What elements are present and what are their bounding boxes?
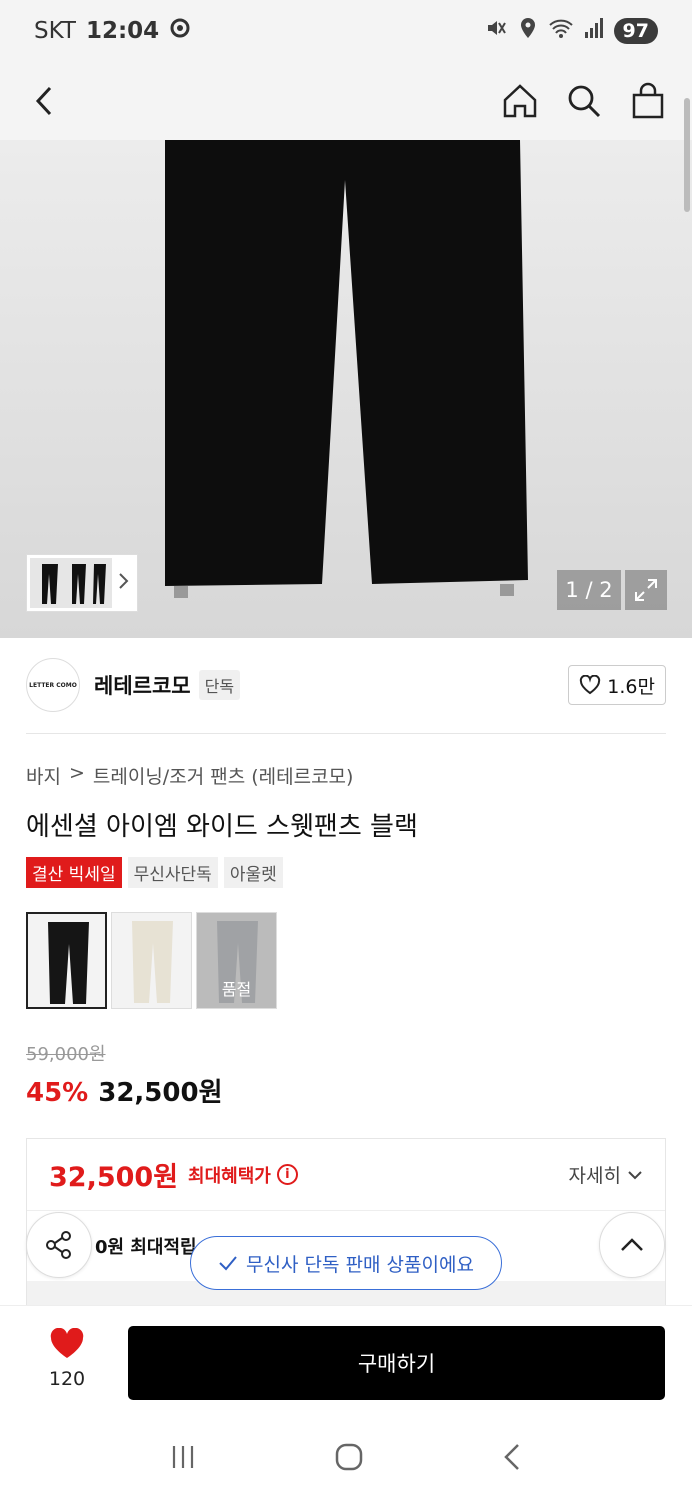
recent-apps-icon	[172, 1446, 193, 1468]
recent-apps-button[interactable]	[169, 1443, 197, 1475]
cart-button[interactable]	[628, 81, 668, 121]
status-bar: SKT 12:04 97	[0, 0, 692, 62]
benefit-detail-button[interactable]: 자세히	[569, 1161, 643, 1188]
chevron-down-icon	[628, 1170, 642, 1179]
sold-out-overlay: 품절	[197, 913, 276, 1008]
wifi-icon	[548, 17, 574, 45]
benefit-header: 32,500원 최대혜택가 i 자세히	[27, 1139, 665, 1211]
brand-name[interactable]: 레테르코모	[94, 670, 191, 700]
exclusive-toast: 무신사 단독 판매 상품이에요	[190, 1236, 502, 1290]
sale-price: 32,500원	[98, 1078, 223, 1108]
share-icon	[46, 1231, 71, 1259]
home-circle-icon	[335, 1443, 363, 1471]
record-icon	[169, 17, 191, 45]
brand-logo[interactable]: LETTER COMO	[26, 658, 80, 712]
breadcrumb: 바지 > 트레이닝/조거 팬츠 (레테르코모)	[26, 762, 353, 789]
home-icon	[503, 84, 537, 118]
brand-row: LETTER COMO 레테르코모 단독 1.6만	[26, 657, 666, 713]
exclusive-badge: 단독	[198, 670, 241, 700]
divider	[26, 733, 666, 734]
discount-rate: 45%	[26, 1078, 89, 1108]
color-options: 품절	[26, 912, 277, 1009]
image-counter: 1 / 2	[557, 570, 621, 610]
like-count: 120	[48, 1368, 86, 1390]
expand-button[interactable]	[625, 570, 667, 610]
chevron-right-icon	[118, 572, 130, 595]
bottom-action-bar: 120 구매하기	[0, 1305, 692, 1418]
tag-outlet: 아울렛	[223, 857, 283, 888]
thumbnail-image	[30, 558, 112, 608]
product-tags: 결산 빅세일 무신사단독 아울렛	[26, 857, 283, 888]
toast-text: 무신사 단독 판매 상품이에요	[246, 1253, 474, 1276]
chevron-up-icon	[621, 1238, 643, 1251]
location-icon	[518, 16, 538, 46]
buy-button[interactable]: 구매하기	[128, 1326, 665, 1400]
chevron-left-icon	[35, 86, 52, 116]
back-button[interactable]	[24, 81, 64, 121]
app-header	[0, 62, 692, 140]
battery-indicator: 97	[613, 18, 658, 44]
product-image[interactable]: 1 / 2	[0, 140, 692, 638]
color-option-ivory[interactable]	[111, 912, 192, 1009]
heart-filled-icon	[50, 1327, 84, 1358]
home-button[interactable]	[500, 81, 540, 121]
benefit-label: 최대혜택가	[188, 1165, 271, 1187]
color-option-gray[interactable]: 품절	[196, 912, 277, 1009]
tag-exclusive: 무신사단독	[127, 857, 218, 888]
share-button[interactable]	[26, 1212, 92, 1278]
carrier-label: SKT	[34, 18, 76, 44]
scroll-top-button[interactable]	[599, 1212, 665, 1278]
info-icon[interactable]: i	[276, 1164, 298, 1185]
back-nav-icon	[504, 1444, 520, 1470]
mute-icon	[484, 16, 508, 46]
product-title: 에센셜 아이엠 와이드 스웻팬츠 블랙	[26, 812, 418, 842]
scrollbar[interactable]	[684, 98, 690, 212]
image-thumbnail-strip[interactable]	[26, 554, 138, 612]
brand-like-button[interactable]: 1.6만	[568, 665, 666, 705]
clock: 12:04	[85, 18, 160, 44]
brand-like-count: 1.6만	[607, 675, 655, 698]
tag-sale: 결산 빅세일	[26, 857, 122, 888]
back-nav-button[interactable]	[501, 1442, 523, 1476]
shopping-bag-icon	[632, 82, 664, 119]
benefit-detail-label: 자세히	[568, 1165, 621, 1187]
signal-icon	[584, 17, 604, 45]
check-icon	[219, 1256, 237, 1271]
breadcrumb-separator: >	[68, 762, 85, 784]
heart-outline-icon	[580, 675, 601, 695]
sale-price-line: 45% 32,500원	[26, 1072, 223, 1109]
points-text: 0원 최대적립	[95, 1237, 197, 1258]
home-nav-button[interactable]	[334, 1442, 364, 1476]
search-button[interactable]	[564, 81, 604, 121]
system-nav-bar	[0, 1418, 692, 1500]
original-price: 59,000원	[26, 1044, 106, 1065]
color-option-black[interactable]	[26, 912, 107, 1009]
expand-icon	[635, 579, 657, 601]
breadcrumb-category[interactable]: 바지	[26, 762, 61, 789]
like-button[interactable]: 120	[40, 1327, 94, 1390]
breadcrumb-subcategory[interactable]: 트레이닝/조거 팬츠 (레테르코모)	[93, 762, 354, 789]
search-icon	[568, 85, 601, 118]
benefit-price: 32,500원	[49, 1162, 179, 1193]
